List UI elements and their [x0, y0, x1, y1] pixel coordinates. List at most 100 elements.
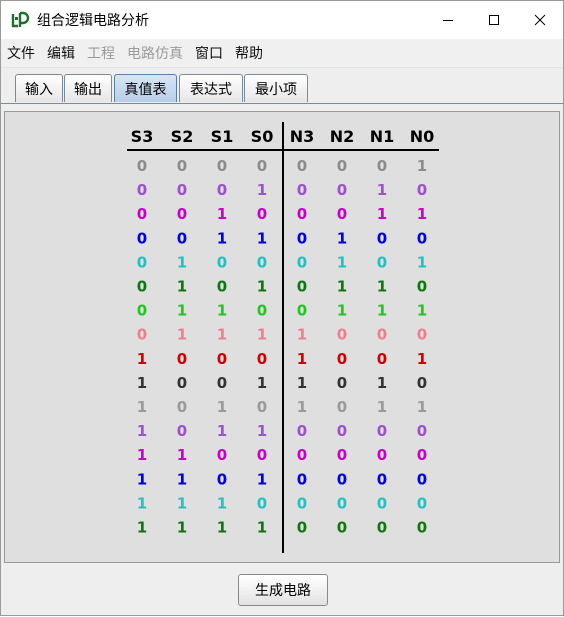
cell-input-s3: 1 [137, 398, 147, 416]
cell-output-n3: 0 [297, 253, 307, 271]
cell-output-n1: 0 [377, 446, 387, 464]
cell-input-s0: 0 [257, 302, 267, 320]
cell-input-s3: 0 [137, 253, 147, 271]
cell-output-n2: 1 [337, 229, 347, 247]
cell-output-n1: 0 [377, 157, 387, 175]
cell-input-s3: 1 [137, 422, 147, 440]
cell-input-s2: 0 [177, 205, 187, 223]
column-header-n1: N1 [370, 127, 395, 146]
cell-output-n2: 0 [337, 157, 347, 175]
cell-output-n1: 1 [377, 181, 387, 199]
cell-input-s3: 1 [137, 446, 147, 464]
cell-input-s0: 0 [257, 398, 267, 416]
cell-input-s1: 0 [217, 278, 227, 296]
cell-output-n3: 0 [297, 470, 307, 488]
cell-input-s3: 1 [137, 350, 147, 368]
cell-output-n2: 0 [337, 350, 347, 368]
cell-input-s0: 1 [257, 374, 267, 392]
cell-input-s0: 0 [257, 494, 267, 512]
cell-output-n1: 1 [377, 205, 387, 223]
cell-input-s0: 1 [257, 422, 267, 440]
cell-output-n1: 0 [377, 229, 387, 247]
cell-output-n3: 0 [297, 181, 307, 199]
cell-input-s1: 1 [217, 326, 227, 344]
cell-input-s0: 1 [257, 470, 267, 488]
cell-output-n1: 0 [377, 253, 387, 271]
cell-input-s0: 0 [257, 446, 267, 464]
cell-input-s1: 0 [217, 253, 227, 271]
cell-input-s1: 1 [217, 519, 227, 537]
cell-input-s2: 1 [177, 302, 187, 320]
cell-output-n0: 1 [417, 253, 427, 271]
column-header-s3: S3 [131, 127, 154, 146]
cell-output-n2: 1 [337, 278, 347, 296]
cell-input-s2: 0 [177, 422, 187, 440]
cell-input-s1: 0 [217, 470, 227, 488]
cell-output-n0: 0 [417, 374, 427, 392]
column-header-n0: N0 [410, 127, 435, 146]
column-header-s2: S2 [171, 127, 194, 146]
cell-input-s1: 0 [217, 181, 227, 199]
cell-output-n0: 1 [417, 350, 427, 368]
cell-output-n0: 0 [417, 446, 427, 464]
column-header-n3: N3 [290, 127, 315, 146]
cell-output-n2: 0 [337, 398, 347, 416]
cell-input-s3: 1 [137, 519, 147, 537]
cell-input-s1: 1 [217, 205, 227, 223]
cell-output-n1: 0 [377, 519, 387, 537]
cell-output-n2: 1 [337, 302, 347, 320]
cell-input-s3: 0 [137, 205, 147, 223]
cell-output-n1: 1 [377, 398, 387, 416]
column-header-s1: S1 [211, 127, 234, 146]
cell-output-n0: 1 [417, 398, 427, 416]
cell-output-n2: 0 [337, 494, 347, 512]
cell-input-s1: 1 [217, 398, 227, 416]
cell-input-s0: 1 [257, 181, 267, 199]
cell-input-s1: 0 [217, 157, 227, 175]
cell-output-n3: 1 [297, 350, 307, 368]
generate-circuit-button[interactable]: 生成电路 [238, 574, 328, 606]
cell-output-n3: 0 [297, 157, 307, 175]
cell-output-n3: 0 [297, 494, 307, 512]
column-header-n2: N2 [330, 127, 355, 146]
cell-output-n1: 1 [377, 302, 387, 320]
cell-output-n3: 0 [297, 519, 307, 537]
cell-output-n3: 0 [297, 302, 307, 320]
cell-output-n3: 0 [297, 446, 307, 464]
cell-input-s2: 1 [177, 494, 187, 512]
cell-input-s0: 1 [257, 229, 267, 247]
cell-output-n1: 0 [377, 494, 387, 512]
cell-input-s1: 1 [217, 229, 227, 247]
cell-input-s3: 0 [137, 278, 147, 296]
cell-output-n1: 0 [377, 422, 387, 440]
cell-output-n3: 1 [297, 326, 307, 344]
cell-output-n0: 0 [417, 494, 427, 512]
cell-input-s1: 1 [217, 494, 227, 512]
cell-output-n0: 0 [417, 326, 427, 344]
cell-input-s2: 1 [177, 519, 187, 537]
cell-input-s0: 0 [257, 253, 267, 271]
cell-input-s3: 1 [137, 470, 147, 488]
cell-input-s0: 0 [257, 205, 267, 223]
cell-output-n3: 1 [297, 374, 307, 392]
cell-output-n1: 1 [377, 278, 387, 296]
cell-input-s3: 1 [137, 374, 147, 392]
cell-input-s1: 0 [217, 374, 227, 392]
cell-output-n2: 0 [337, 470, 347, 488]
cell-output-n0: 1 [417, 302, 427, 320]
cell-input-s1: 1 [217, 422, 227, 440]
cell-input-s2: 0 [177, 398, 187, 416]
cell-output-n0: 0 [417, 519, 427, 537]
cell-input-s1: 0 [217, 446, 227, 464]
cell-output-n0: 0 [417, 278, 427, 296]
cell-output-n0: 1 [417, 157, 427, 175]
cell-input-s1: 0 [217, 350, 227, 368]
cell-output-n2: 0 [337, 181, 347, 199]
cell-input-s0: 1 [257, 278, 267, 296]
cell-input-s2: 0 [177, 350, 187, 368]
cell-input-s1: 1 [217, 302, 227, 320]
cell-output-n1: 0 [377, 470, 387, 488]
cell-input-s0: 1 [257, 326, 267, 344]
cell-input-s2: 1 [177, 470, 187, 488]
cell-input-s0: 0 [257, 350, 267, 368]
